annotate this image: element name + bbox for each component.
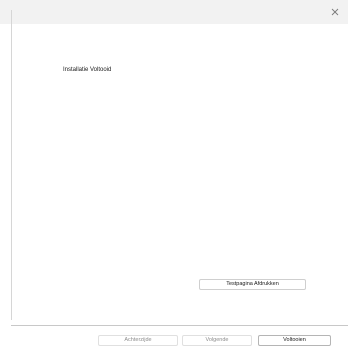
installer-dialog: Installatie Voltooid Testpagina Afdrukke… xyxy=(0,0,348,355)
print-test-page-button[interactable]: Testpagina Afdrukken xyxy=(199,279,306,290)
footer-divider xyxy=(11,325,348,326)
window-left-edge xyxy=(11,10,12,320)
next-button[interactable]: Volgende xyxy=(182,335,252,346)
close-icon xyxy=(331,8,339,16)
finish-button[interactable]: Voltooien xyxy=(258,335,331,346)
close-button[interactable] xyxy=(328,5,342,19)
back-button[interactable]: Achterzijde xyxy=(98,335,178,346)
page-title: Installatie Voltooid xyxy=(63,67,112,73)
title-bar xyxy=(0,0,348,24)
